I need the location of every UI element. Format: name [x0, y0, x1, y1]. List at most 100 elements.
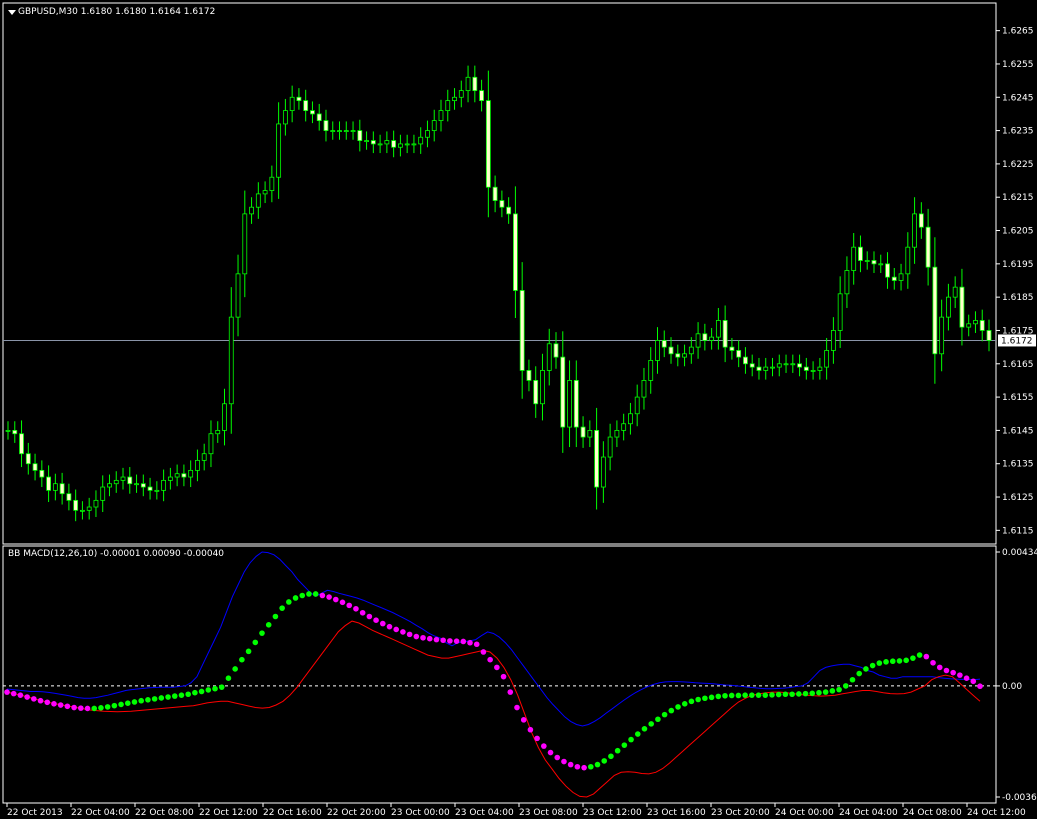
candle-body[interactable] [824, 350, 830, 368]
candle-body[interactable] [594, 430, 599, 488]
candle-body[interactable] [269, 176, 275, 191]
candle-body[interactable] [377, 143, 383, 146]
candle-body[interactable] [201, 453, 207, 461]
chart-canvas[interactable]: 1.6265 1.6255 1.6245 1.6235 1.6225 1.6215 1.62… [0, 0, 1037, 819]
candle-body[interactable] [350, 130, 356, 132]
candle-body[interactable] [939, 316, 945, 355]
candle-body[interactable] [12, 430, 18, 435]
candle-body[interactable] [715, 320, 721, 338]
candle-body[interactable] [959, 286, 965, 328]
candle-body[interactable] [973, 320, 978, 325]
candle-body[interactable] [851, 246, 857, 271]
candle-body[interactable] [316, 113, 322, 121]
candle-body[interactable] [310, 110, 315, 115]
candle-body[interactable] [384, 140, 390, 145]
candle-body[interactable] [337, 130, 342, 132]
candle-body[interactable] [891, 276, 897, 281]
candle-body[interactable] [675, 353, 681, 358]
candle-body[interactable] [986, 330, 992, 341]
candle-body[interactable] [925, 226, 931, 268]
candle-body[interactable] [587, 430, 593, 438]
candle-body[interactable] [208, 433, 214, 455]
candle-body[interactable] [93, 499, 99, 508]
candle-body[interactable] [485, 100, 491, 188]
candle-body[interactable] [830, 330, 836, 351]
candle-body[interactable] [5, 430, 11, 432]
candle-body[interactable] [25, 453, 31, 465]
candle-body[interactable] [161, 479, 167, 491]
candle-body[interactable] [898, 273, 904, 281]
candle-body[interactable] [215, 430, 221, 435]
candle-body[interactable] [979, 320, 985, 331]
candle-body[interactable] [73, 499, 79, 511]
candle-body[interactable] [966, 323, 972, 328]
candle-body[interactable] [878, 263, 884, 266]
candle-body[interactable] [242, 213, 248, 275]
candle-body[interactable] [445, 100, 451, 112]
candle-body[interactable] [107, 483, 112, 488]
candle-body[interactable] [458, 90, 464, 98]
candle-body[interactable] [86, 506, 92, 511]
candle-body[interactable] [668, 346, 674, 355]
candle-body[interactable] [634, 396, 640, 415]
candle-body[interactable] [709, 336, 715, 341]
candle-body[interactable] [472, 76, 478, 92]
candle-body[interactable] [560, 356, 566, 428]
candle-body[interactable] [330, 130, 336, 132]
candle-body[interactable] [255, 193, 261, 208]
candle-body[interactable] [546, 343, 552, 371]
candle-body[interactable] [147, 486, 153, 491]
candle-body[interactable] [912, 213, 917, 248]
candle-body[interactable] [32, 463, 38, 471]
candle-body[interactable] [871, 260, 877, 265]
candle-body[interactable] [289, 96, 295, 112]
candle-body[interactable] [540, 370, 545, 405]
candle-body[interactable] [905, 246, 911, 275]
candle-body[interactable] [628, 413, 633, 425]
candle-body[interactable] [607, 436, 613, 458]
candle-body[interactable] [614, 430, 620, 438]
candle-body[interactable] [276, 123, 282, 178]
candle-body[interactable] [181, 473, 187, 478]
candle-body[interactable] [479, 90, 484, 102]
candle-body[interactable] [39, 469, 45, 478]
candle-body[interactable] [140, 483, 146, 488]
candle-body[interactable] [235, 273, 241, 318]
candle-body[interactable] [756, 366, 762, 371]
candle-body[interactable] [600, 456, 606, 488]
candle-body[interactable] [702, 333, 708, 341]
candle-body[interactable] [59, 483, 65, 495]
candle-body[interactable] [776, 363, 782, 368]
candle-body[interactable] [127, 476, 133, 485]
candle-body[interactable] [391, 140, 397, 148]
candle-body[interactable] [120, 476, 126, 481]
candle-body[interactable] [249, 206, 254, 215]
candle-body[interactable] [174, 473, 180, 478]
candle-body[interactable] [411, 143, 417, 146]
candle-body[interactable] [533, 380, 539, 405]
candle-body[interactable] [810, 370, 816, 372]
candle-body[interactable] [688, 346, 694, 355]
candle-body[interactable] [736, 350, 742, 358]
candle-body[interactable] [837, 293, 843, 331]
candle-body[interactable] [19, 433, 24, 455]
candle-body[interactable] [357, 130, 363, 141]
candle-body[interactable] [932, 266, 938, 355]
candle-body[interactable] [303, 100, 309, 112]
candle-body[interactable] [195, 459, 200, 471]
candle-body[interactable] [695, 333, 701, 348]
candle-body[interactable] [492, 186, 498, 201]
candle-body[interactable] [946, 296, 951, 318]
candle-body[interactable] [506, 206, 512, 215]
candle-body[interactable] [167, 476, 173, 481]
candle-body[interactable] [343, 130, 349, 132]
candle-body[interactable] [749, 363, 755, 368]
candle-body[interactable] [519, 290, 525, 371]
candle-body[interactable] [296, 96, 302, 102]
candle-body[interactable] [580, 426, 586, 438]
candle-body[interactable] [262, 190, 268, 195]
candle-body[interactable] [553, 343, 559, 358]
candle-body[interactable] [661, 340, 667, 348]
candle-body[interactable] [452, 96, 457, 102]
candle-body[interactable] [763, 366, 769, 371]
